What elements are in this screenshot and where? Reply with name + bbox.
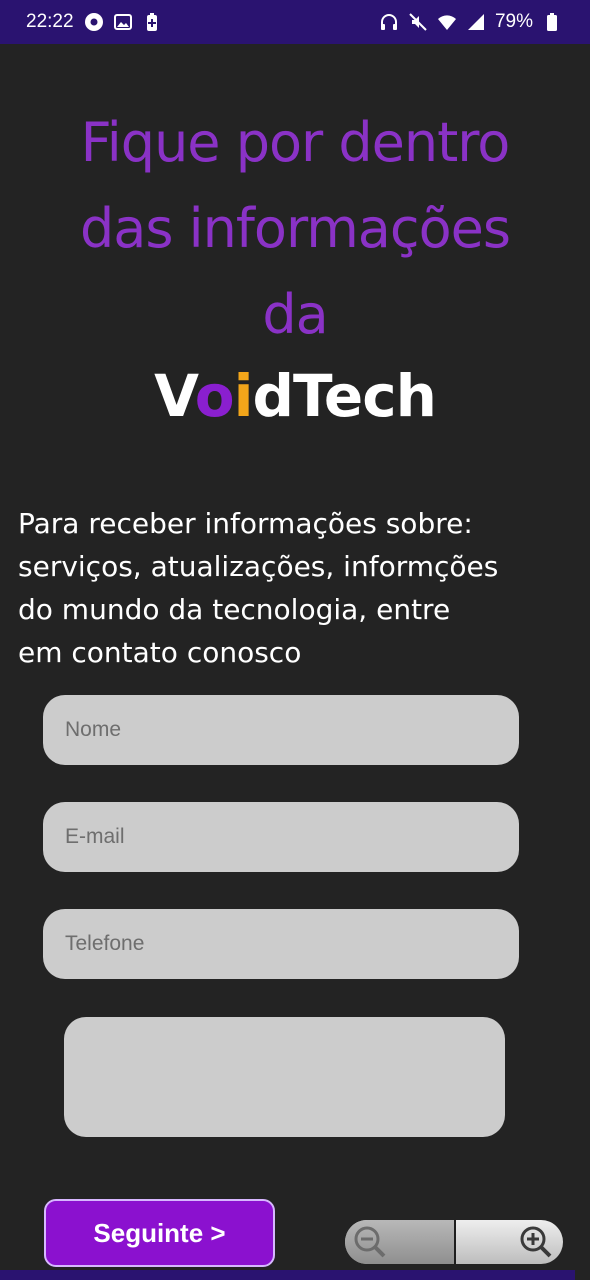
intro-line-3: do mundo da tecnologia, entre — [18, 593, 451, 626]
headphones-icon — [380, 14, 397, 30]
brand-letter-i: i — [233, 362, 254, 430]
email-input[interactable] — [43, 802, 519, 872]
zoom-out-button[interactable] — [345, 1220, 454, 1264]
page-headline: Fique por dentro das informações da — [0, 100, 590, 358]
headline-line-1: Fique por dentro — [80, 111, 511, 174]
signal-icon — [467, 14, 484, 30]
headline-line-3: da — [262, 283, 328, 346]
brand-rest: dTech — [252, 362, 437, 430]
message-textarea[interactable] — [64, 1017, 505, 1137]
intro-line-1: Para receber informações sobre: — [18, 507, 473, 540]
headline-line-2: das informações — [80, 197, 511, 260]
media-icon — [85, 13, 103, 31]
phone-input[interactable] — [43, 909, 519, 979]
intro-text: Para receber informações sobre: serviços… — [18, 502, 578, 674]
battery-icon — [547, 13, 557, 31]
zoom-in-button[interactable] — [454, 1220, 563, 1264]
next-button[interactable]: Seguinte > — [44, 1199, 275, 1267]
status-left-icons — [84, 12, 162, 32]
intro-line-2: serviços, atualizações, informções — [18, 550, 499, 583]
name-input[interactable] — [43, 695, 519, 765]
brand-letter-v: V — [154, 362, 196, 430]
zoom-controls — [345, 1220, 563, 1264]
status-right: 79% — [379, 11, 562, 33]
zoom-in-icon — [520, 1226, 552, 1258]
bottom-bar — [0, 1270, 575, 1280]
zoom-out-icon — [354, 1226, 386, 1258]
intro-line-4: em contato conosco — [18, 636, 302, 669]
image-icon — [114, 14, 132, 30]
status-bar: 22:22 79% — [0, 0, 590, 44]
mute-icon — [409, 13, 427, 31]
status-time: 22:22 — [26, 11, 74, 32]
brand-logo: VoidTech — [0, 362, 590, 430]
brand-letter-o: o — [194, 362, 235, 430]
battery-saver-icon — [147, 13, 157, 31]
battery-percent: 79% — [494, 11, 533, 32]
wifi-icon — [437, 15, 456, 30]
